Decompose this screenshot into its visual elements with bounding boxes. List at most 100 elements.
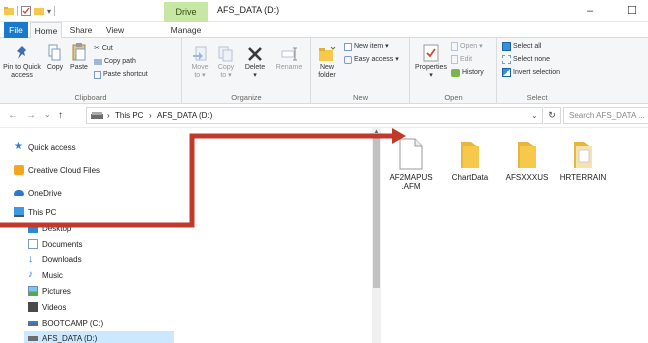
history-button[interactable]: History (451, 68, 484, 77)
nav-scrollbar[interactable]: ▲ (372, 128, 381, 343)
nav-item-documents[interactable]: Documents (28, 237, 82, 251)
address-bar[interactable]: › This PC › AFS_DATA (D:) ⌄ (86, 107, 543, 124)
invert-selection-button[interactable]: Invert selection (502, 68, 560, 77)
nav-item-label: OneDrive (28, 188, 62, 198)
maximize-button[interactable]: ☐ (620, 3, 644, 19)
rename-button[interactable]: Rename (273, 46, 305, 72)
folder-name: HRTERRAIN (559, 173, 607, 182)
invert-selection-label: Invert selection (513, 69, 561, 76)
properties-button[interactable]: Properties ▾ (413, 44, 449, 80)
new-folder-small-icon[interactable] (34, 6, 44, 16)
forward-button[interactable]: → (26, 110, 36, 121)
move-to-icon (193, 46, 207, 61)
nav-item-videos[interactable]: Videos (28, 300, 66, 314)
paste-shortcut-button[interactable]: Paste shortcut (94, 70, 148, 79)
nav-item-downloads[interactable]: ↓ Downloads (28, 252, 82, 266)
copy-button[interactable]: Copy (44, 44, 66, 72)
drive-icon (91, 112, 103, 119)
nav-item-music[interactable]: ♪ Music (28, 268, 63, 282)
tab-view[interactable]: View (100, 22, 130, 38)
file-item[interactable]: AF2MAPUS .AFM (385, 138, 437, 191)
back-button[interactable]: ← (8, 110, 18, 121)
new-folder-button[interactable]: New folder (314, 46, 340, 80)
open-group-label: Open (444, 93, 463, 102)
folder-item[interactable]: HRTERRAIN (557, 138, 609, 182)
customize-toolbar-icon[interactable]: ▾ (47, 7, 51, 16)
nav-item-onedrive[interactable]: OneDrive (14, 186, 62, 200)
open-button[interactable]: Open ▾ (451, 42, 483, 51)
select-none-button[interactable]: Select none (502, 55, 550, 64)
nav-item-label: Quick access (28, 142, 76, 152)
quick-access-toolbar: ▾ (4, 6, 56, 16)
organize-group: Move to ▾ Copy to ▾ Delete ▾ Rename Orga… (183, 38, 311, 104)
pin-to-quick-access-button[interactable]: Pin to Quick access (2, 44, 42, 80)
edit-button[interactable]: Edit (451, 55, 472, 64)
navigation-pane: ★ Quick access Creative Cloud Files OneD… (0, 128, 372, 343)
nav-item-afs-data[interactable]: AFS_DATA (D:) (24, 331, 174, 343)
edit-icon (451, 55, 458, 64)
nav-item-label: Desktop (42, 223, 72, 233)
copy-label: Copy (46, 64, 64, 71)
nav-item-desktop[interactable]: Desktop (28, 221, 71, 235)
folder-name: ChartData (451, 173, 489, 182)
nav-item-bootcamp[interactable]: BOOTCAMP (C:) (28, 316, 103, 330)
drive-icon (28, 335, 38, 341)
new-folder-label-2: folder (318, 72, 336, 79)
easy-access-icon (344, 55, 352, 64)
new-item-label: New item ▾ (354, 43, 389, 50)
folder-item[interactable]: ChartData (444, 138, 496, 182)
tab-file[interactable]: File (4, 22, 28, 38)
nav-item-creative-cloud[interactable]: Creative Cloud Files (14, 163, 100, 177)
minimize-button[interactable]: – (578, 3, 602, 19)
nav-item-pictures[interactable]: Pictures (28, 284, 71, 298)
properties-check-icon[interactable] (21, 6, 31, 16)
select-all-button[interactable]: Select all (502, 42, 541, 51)
cut-icon: ✂ (94, 45, 100, 52)
nav-item-this-pc[interactable]: This PC (14, 205, 56, 219)
file-list-pane: AF2MAPUS .AFM ChartData AFSXXXUS HRTERRA… (381, 128, 648, 343)
nav-item-label: AFS_DATA (D:) (42, 333, 98, 343)
up-button[interactable]: ↑ (58, 110, 63, 121)
drive-icon (28, 320, 38, 326)
recent-locations-button[interactable]: ⌄ (44, 110, 51, 119)
folder-name: AFSXXXUS (505, 173, 549, 182)
open-group: Properties ▾ Open ▾ Edit History Open (411, 38, 497, 104)
breadcrumb-afs-data[interactable]: AFS_DATA (D:) (157, 111, 212, 120)
move-to-button[interactable]: Move to ▾ (189, 46, 211, 80)
address-dropdown-icon[interactable]: ⌄ (531, 111, 538, 120)
refresh-button[interactable]: ↻ (544, 107, 561, 124)
select-all-icon (502, 42, 511, 51)
cut-button[interactable]: ✂ Cut (94, 44, 113, 53)
rename-label: Rename (275, 64, 303, 71)
select-none-label: Select none (513, 56, 550, 63)
select-group: Select all Select none Invert selection … (498, 38, 576, 104)
delete-button[interactable]: Delete ▾ (241, 46, 269, 80)
move-to-label-2: to ▾ (194, 72, 206, 79)
downloads-icon: ↓ (28, 253, 34, 265)
copy-to-label-2: to ▾ (220, 72, 232, 79)
scroll-up-icon[interactable]: ▲ (372, 129, 381, 135)
folder-item[interactable]: AFSXXXUS (501, 138, 553, 182)
nav-item-quick-access[interactable]: ★ Quick access (14, 140, 76, 154)
cut-label: Cut (101, 45, 113, 52)
copy-path-button[interactable]: Copy path (94, 57, 136, 66)
new-item-button[interactable]: New item ▾ (344, 42, 389, 51)
folder-icon (518, 142, 536, 168)
tab-share[interactable]: Share (66, 22, 96, 38)
videos-icon (28, 302, 38, 312)
new-folder-icon (319, 46, 336, 61)
tab-manage[interactable]: Manage (166, 22, 206, 38)
copy-to-button[interactable]: Copy to ▾ (215, 46, 237, 80)
search-box[interactable]: Search AFS_DATA ... (563, 107, 648, 124)
paste-button[interactable]: Paste (68, 42, 90, 72)
easy-access-button[interactable]: Easy access ▾ (344, 55, 399, 64)
nav-item-label: Documents (42, 239, 83, 249)
breadcrumb-separator: › (149, 111, 152, 120)
breadcrumb-this-pc[interactable]: This PC (115, 111, 143, 120)
onedrive-icon (14, 190, 24, 196)
scrollbar-thumb[interactable] (373, 138, 380, 288)
select-group-label: Select (526, 93, 548, 102)
computer-icon (14, 207, 24, 217)
tab-home[interactable]: Home (30, 22, 62, 39)
paste-shortcut-icon (94, 70, 101, 79)
